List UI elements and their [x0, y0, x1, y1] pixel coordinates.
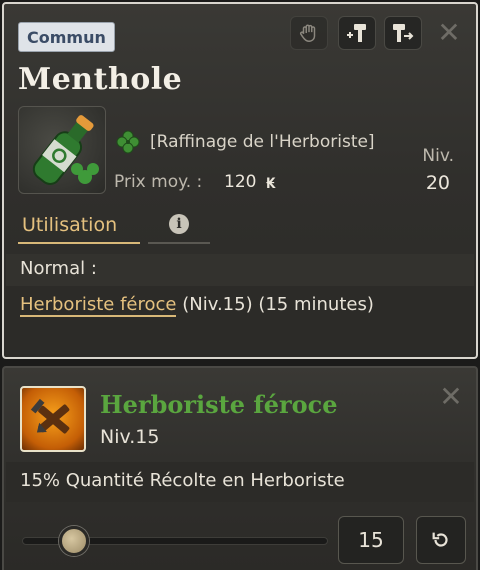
- usage-text: Herboriste féroce (Niv.15) (15 minutes): [20, 290, 440, 319]
- usage-condition: Normal :: [20, 258, 97, 279]
- reset-icon: [432, 532, 448, 547]
- close-icon[interactable]: ✕: [436, 382, 466, 412]
- item-tooltip-panel: Commun ✕ Menthole [Raffinage de l'Herbor…: [2, 2, 478, 359]
- usage-effect-row: Herboriste féroce (Niv.15) (15 minutes): [6, 286, 474, 354]
- buff-icon: [20, 386, 86, 452]
- usage-condition-row: Normal :: [6, 254, 474, 286]
- tab-usage-label: Utilisation: [22, 214, 118, 236]
- usage-detail: (Niv.15) (15 minutes): [176, 294, 374, 315]
- slider-handle[interactable]: [59, 526, 90, 556]
- level-label: Niv.: [422, 146, 454, 166]
- item-title: Menthole: [18, 62, 183, 97]
- hand-icon: [300, 24, 316, 42]
- close-icon[interactable]: ✕: [434, 18, 464, 48]
- buff-name: Herboriste féroce: [100, 390, 338, 419]
- price-label: Prix moy. :: [114, 172, 203, 192]
- kama-icon: ₭: [266, 176, 276, 192]
- buff-link[interactable]: Herboriste féroce: [20, 294, 177, 317]
- buff-effect-row: 15% Quantité Récolte en Herboriste: [6, 462, 474, 502]
- tab-usage[interactable]: Utilisation: [18, 210, 140, 244]
- tab-info[interactable]: i: [148, 210, 210, 244]
- buff-tooltip-panel: Herboriste féroce Niv.15 ✕ 15% Quantité …: [2, 366, 478, 570]
- price-value: 120: [224, 172, 257, 192]
- level-value: 20: [425, 172, 450, 194]
- recycle-hammer-icon: [393, 24, 414, 42]
- reset-button[interactable]: [416, 516, 466, 564]
- hand-button[interactable]: [290, 16, 328, 50]
- buff-level: Niv.15: [100, 426, 160, 448]
- quantity-field[interactable]: 15: [338, 516, 404, 564]
- item-image: [18, 106, 106, 194]
- buff-effect: 15% Quantité Récolte en Herboriste: [20, 470, 345, 491]
- recycle-button[interactable]: [384, 16, 422, 50]
- craft-button[interactable]: [338, 16, 376, 50]
- info-icon: i: [169, 214, 189, 234]
- job-label: [Raffinage de l'Herboriste]: [150, 132, 375, 152]
- craft-hammer-icon: [347, 24, 366, 42]
- clover-icon: [116, 130, 140, 154]
- rarity-badge: Commun: [18, 22, 115, 52]
